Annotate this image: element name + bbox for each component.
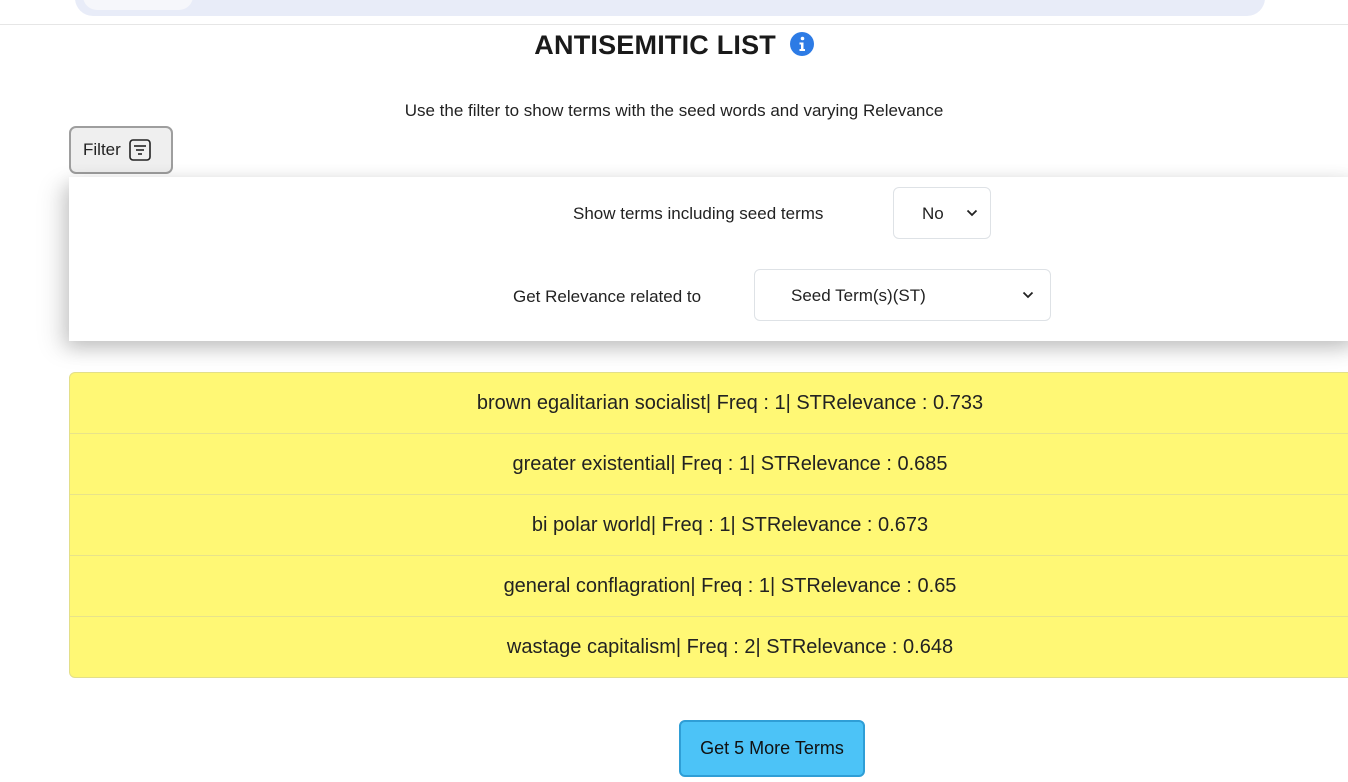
- page-subtitle: Use the filter to show terms with the se…: [0, 101, 1348, 121]
- terms-list: brown egalitarian socialist| Freq : 1| S…: [69, 372, 1348, 678]
- filter-button-label: Filter: [83, 140, 121, 159]
- seed-terms-value: No: [922, 204, 944, 223]
- filter-button[interactable]: Filter: [69, 126, 173, 174]
- info-icon[interactable]: [789, 31, 814, 56]
- relevance-label: Get Relevance related to: [513, 287, 702, 306]
- divider: [0, 24, 1348, 25]
- filter-panel: Show terms including seed terms No Get R…: [69, 177, 1348, 341]
- page: ANTISEMITIC LIST Use the filter to show …: [0, 0, 1348, 782]
- search-bar-segment[interactable]: [83, 0, 193, 10]
- get-more-terms-label: Get 5 More Terms: [700, 738, 844, 758]
- list-item[interactable]: greater existential| Freq : 1| STRelevan…: [70, 434, 1348, 495]
- list-item[interactable]: wastage capitalism| Freq : 2| STRelevanc…: [70, 617, 1348, 677]
- get-more-terms-button[interactable]: Get 5 More Terms: [679, 720, 865, 777]
- list-item[interactable]: general conflagration| Freq : 1| STRelev…: [70, 556, 1348, 617]
- relevance-select[interactable]: Seed Term(s)(ST): [754, 269, 1051, 321]
- seed-terms-select[interactable]: No: [893, 187, 991, 239]
- page-subtitle-text: Use the filter to show terms with the se…: [404, 101, 944, 120]
- list-item[interactable]: bi polar world| Freq : 1| STRelevance : …: [70, 495, 1348, 556]
- chevron-down-icon: [966, 209, 978, 217]
- term-text: greater existential| Freq : 1| STRelevan…: [512, 452, 948, 475]
- term-text: general conflagration| Freq : 1| STRelev…: [503, 574, 957, 597]
- filter-icon: [128, 139, 151, 161]
- page-title: ANTISEMITIC LIST: [0, 30, 1348, 61]
- chevron-down-icon: [1022, 291, 1034, 299]
- list-item[interactable]: brown egalitarian socialist| Freq : 1| S…: [70, 373, 1348, 434]
- term-text: bi polar world| Freq : 1| STRelevance : …: [531, 513, 929, 536]
- relevance-value: Seed Term(s)(ST): [791, 286, 926, 305]
- seed-terms-label: Show terms including seed terms: [573, 204, 824, 223]
- term-text: wastage capitalism| Freq : 2| STRelevanc…: [506, 636, 954, 658]
- search-bar[interactable]: [75, 0, 1265, 16]
- page-title-text: ANTISEMITIC LIST: [534, 30, 776, 60]
- seed-terms-row: Show terms including seed terms No: [69, 187, 1348, 239]
- term-text: brown egalitarian socialist| Freq : 1| S…: [476, 391, 984, 414]
